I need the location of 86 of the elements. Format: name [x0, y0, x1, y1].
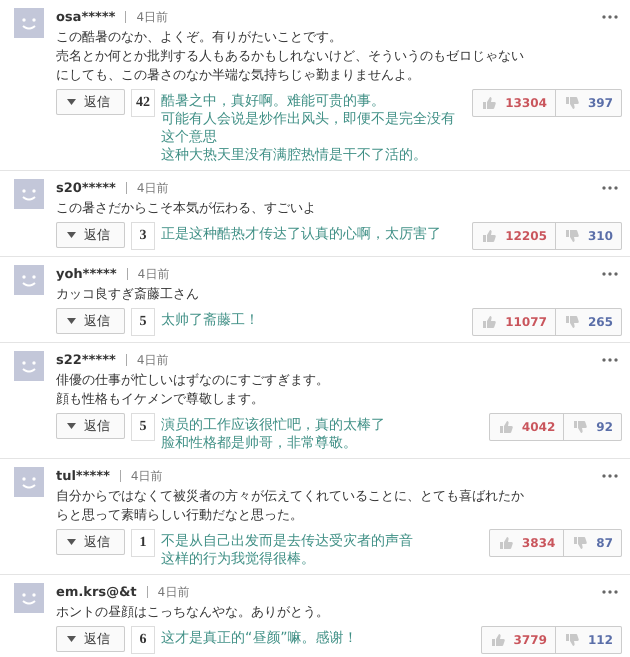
comment-text: 売名とか何とか批判する人もあるかもしれないけど、そういうのもゼロじゃない	[56, 48, 525, 66]
comment-text: らと思って素晴らしい行動だなと思った。	[56, 507, 304, 525]
reply-count: 5	[131, 308, 155, 336]
dislike-button[interactable]: 112	[556, 627, 621, 653]
comment-text: 自分からではなくて被災者の方々が伝えてくれていることに、とても喜ばれたか	[56, 488, 525, 506]
avatar-icon	[14, 8, 44, 38]
translation-text: 这种大热天里没有满腔热情是干不了活的。	[161, 146, 428, 164]
translation-text: 可能有人会说是炒作出风头，即便不是完全没有这个意思	[161, 110, 456, 146]
dislike-button[interactable]: 265	[556, 309, 621, 335]
post-time: 4日前	[130, 468, 163, 484]
thumbs-up-icon	[498, 535, 514, 551]
thumbs-up-icon	[481, 228, 498, 244]
like-button[interactable]: 4042	[490, 414, 564, 440]
reply-count: 3	[131, 222, 155, 250]
reply-button[interactable]: 返信	[56, 413, 125, 439]
thumbs-down-icon	[564, 95, 580, 111]
translation-text: 不是从自己出发而是去传达受灾者的声音	[161, 532, 414, 550]
thumbs-down-icon	[564, 632, 580, 648]
thumbs-down-icon	[564, 314, 580, 330]
user-name: s20*****	[56, 180, 116, 196]
avatar-icon	[14, 467, 44, 497]
caret-icon	[67, 423, 76, 429]
comment-text: カッコ良すぎ斎藤工さん	[56, 286, 200, 304]
comment-text: 俳優の仕事が忙しいはずなのにすごすぎます。	[56, 372, 330, 390]
user-name: s22*****	[56, 352, 116, 368]
thumbs-up-icon	[498, 419, 514, 435]
caret-icon	[67, 318, 76, 324]
post-time: 4日前	[136, 352, 168, 368]
like-button[interactable]: 3834	[490, 530, 564, 556]
reply-count: 42	[131, 89, 155, 117]
like-button[interactable]: 11077	[473, 309, 556, 335]
more-icon[interactable]	[602, 15, 618, 19]
reply-button[interactable]: 返信	[56, 626, 125, 652]
comment-text: にしても、この暑さのなか半端な気持ちじゃ勤まりませんよ。	[56, 67, 421, 85]
reply-button[interactable]: 返信	[56, 89, 125, 115]
caret-icon	[67, 539, 76, 545]
translation-text: 太帅了斋藤工！	[161, 311, 260, 329]
user-name: osa*****	[56, 10, 116, 24]
comment-text: ホントの昼顔はこっちなんやな。ありがとう。	[56, 604, 330, 622]
avatar-icon	[14, 265, 44, 295]
comment-text: この暑さだからこそ本気が伝わる、すごいよ	[56, 200, 317, 218]
thumbs-up-icon	[490, 632, 506, 648]
more-icon[interactable]	[602, 590, 618, 594]
reply-button[interactable]: 返信	[56, 529, 125, 555]
thumbs-up-icon	[481, 314, 498, 330]
avatar-icon	[14, 351, 44, 381]
post-time: 4日前	[158, 584, 190, 600]
reply-button[interactable]: 返信	[56, 308, 125, 334]
more-icon[interactable]	[602, 474, 618, 478]
user-name: yoh*****	[56, 266, 117, 282]
dislike-button[interactable]: 397	[556, 90, 621, 116]
like-button[interactable]: 13304	[473, 90, 556, 116]
dislike-button[interactable]: 87	[564, 530, 621, 556]
thumbs-up-icon	[481, 95, 498, 111]
reply-button[interactable]: 返信	[56, 222, 125, 248]
translation-text: 酷暑之中，真好啊。难能可贵的事。	[161, 92, 386, 110]
reply-count: 5	[131, 413, 155, 441]
more-icon[interactable]	[602, 272, 618, 276]
translation-text: 正是这种酷热才传达了认真的心啊，太厉害了	[161, 225, 442, 243]
avatar-icon	[14, 583, 44, 613]
caret-icon	[67, 232, 76, 238]
avatar-icon	[14, 179, 44, 209]
thumbs-down-icon	[572, 419, 588, 435]
caret-icon	[67, 636, 76, 642]
translation-text: 演员的工作应该很忙吧，真的太棒了	[161, 416, 386, 434]
post-time: 4日前	[136, 8, 168, 26]
user-name: em.krs@&t	[56, 584, 137, 600]
reply-count: 6	[131, 626, 155, 654]
post-time: 4日前	[136, 180, 168, 196]
like-button[interactable]: 12205	[473, 223, 556, 249]
like-button[interactable]: 3779	[482, 627, 556, 653]
translation-text: 这样的行为我觉得很棒。	[161, 550, 316, 568]
post-time: 4日前	[138, 266, 170, 282]
dislike-button[interactable]: 92	[564, 414, 621, 440]
dislike-button[interactable]: 310	[556, 223, 621, 249]
more-icon[interactable]	[602, 358, 618, 362]
translation-text: 脸和性格都是帅哥，非常尊敬。	[161, 434, 358, 452]
comment-text: この酷暑のなか、よくぞ。有りがたいことです。	[56, 29, 343, 47]
translation-text: 这才是真正的“昼颜”嘛。感谢！	[161, 629, 359, 647]
comment-text: 顔も性格もイケメンで尊敬します。	[56, 391, 265, 409]
user-name: tul*****	[56, 468, 110, 484]
more-icon[interactable]	[602, 186, 618, 190]
thumbs-down-icon	[564, 228, 580, 244]
reply-count: 1	[131, 529, 155, 557]
thumbs-down-icon	[572, 535, 588, 551]
caret-icon	[67, 99, 76, 105]
